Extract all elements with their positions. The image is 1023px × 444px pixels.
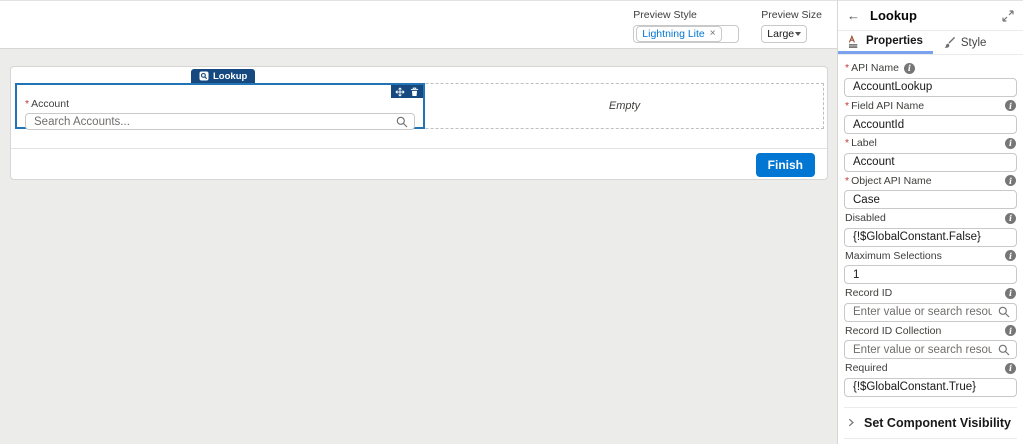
- field-label: Disabled: [845, 212, 886, 224]
- field-label: Record ID Collection: [845, 324, 942, 337]
- component-actions: [391, 85, 423, 98]
- info-icon[interactable]: [1005, 287, 1016, 299]
- field-label: Label: [851, 137, 877, 149]
- info-icon[interactable]: [1005, 362, 1016, 374]
- field-group-record-id-collection: Record ID Collection: [844, 324, 1017, 359]
- remove-pill-icon[interactable]: ×: [710, 29, 716, 39]
- screen-row: Account Empty: [15, 83, 824, 130]
- info-icon[interactable]: [1005, 100, 1016, 111]
- input-disabled[interactable]: [844, 227, 1017, 247]
- field-group-label: Label: [844, 137, 1017, 172]
- field-label: Field API Name: [851, 99, 925, 112]
- field-group-field-api-name: Field API Name: [844, 99, 1017, 134]
- empty-column[interactable]: Empty: [426, 84, 823, 128]
- screen-preview-card: Lookup Account: [10, 66, 828, 180]
- info-icon[interactable]: [1005, 137, 1016, 149]
- preview-style-pill: Lightning Lite ×: [636, 26, 722, 42]
- back-arrow-icon[interactable]: ←: [847, 9, 860, 22]
- properties-icon: [848, 34, 858, 48]
- finish-button[interactable]: Finish: [755, 152, 815, 177]
- search-icon[interactable]: [998, 306, 1010, 318]
- properties-panel: ← Lookup Properties Style API Name Field: [837, 0, 1023, 444]
- info-icon[interactable]: [903, 62, 915, 74]
- lookup-icon: [199, 71, 209, 81]
- field-group-object-api-name: Object API Name: [844, 174, 1017, 209]
- preview-style-pill-label: Lightning Lite: [642, 28, 705, 40]
- screen-canvas: Lookup Account: [0, 49, 837, 444]
- field-group-maximum-selections: Maximum Selections: [844, 249, 1017, 284]
- chevron-right-icon: [848, 418, 854, 427]
- panel-header: ← Lookup: [838, 1, 1023, 31]
- preview-size-label: Preview Size: [761, 9, 822, 21]
- move-icon[interactable]: [395, 86, 405, 97]
- preview-toolbar: Preview Style Lightning Lite × Preview S…: [0, 0, 837, 49]
- preview-size-group: Preview Size Large: [761, 9, 822, 48]
- panel-sections: Set Component Visibility Validate Input: [844, 406, 1017, 444]
- lookup-search-input[interactable]: [34, 115, 390, 128]
- field-label: Maximum Selections: [845, 249, 942, 262]
- screen-footer: Finish: [11, 148, 827, 180]
- preview-size-select[interactable]: Large: [761, 25, 808, 43]
- field-group-required: Required: [844, 362, 1017, 397]
- input-max-selections[interactable]: [844, 265, 1017, 284]
- input-required[interactable]: [844, 377, 1017, 397]
- tab-style[interactable]: Style: [933, 31, 997, 54]
- chevron-down-icon: [795, 32, 802, 36]
- lookup-search-box: [25, 113, 415, 130]
- search-icon: [396, 116, 408, 128]
- tab-style-label: Style: [960, 36, 987, 49]
- panel-body: API Name Field API Name Label Object API…: [838, 55, 1023, 444]
- section-label: Set Component Visibility: [864, 415, 1012, 430]
- lookup-component[interactable]: Account: [15, 83, 425, 130]
- field-label: Required: [845, 362, 888, 374]
- field-label: Object API Name: [851, 174, 932, 187]
- field-group-disabled: Disabled: [844, 212, 1017, 247]
- field-group-record-id: Record ID: [844, 287, 1017, 322]
- preview-style-group: Preview Style Lightning Lite ×: [633, 9, 740, 48]
- component-type-badge: Lookup: [191, 69, 256, 83]
- component-badge-label: Lookup: [213, 70, 248, 82]
- info-icon[interactable]: [1005, 175, 1016, 186]
- preview-size-value: Large: [767, 28, 795, 40]
- tab-properties[interactable]: Properties: [838, 31, 933, 54]
- input-field-api-name[interactable]: [844, 115, 1017, 134]
- search-icon[interactable]: [998, 344, 1010, 356]
- empty-label: Empty: [608, 100, 641, 112]
- section-set-component-visibility[interactable]: Set Component Visibility: [844, 406, 1017, 438]
- panel-tabs: Properties Style: [838, 31, 1023, 55]
- expand-icon[interactable]: [1002, 9, 1014, 22]
- panel-title: Lookup: [870, 8, 917, 23]
- input-api-name[interactable]: [844, 77, 1017, 97]
- section-validate-input[interactable]: Validate Input: [844, 437, 1017, 444]
- delete-icon[interactable]: [410, 87, 419, 97]
- input-label[interactable]: [844, 152, 1017, 172]
- info-icon[interactable]: [1005, 212, 1016, 224]
- field-label: API Name: [851, 62, 899, 74]
- preview-style-label: Preview Style: [633, 9, 697, 21]
- field-label-row: Account: [25, 98, 417, 110]
- input-record-id[interactable]: [844, 302, 1017, 322]
- input-record-id-collection[interactable]: [844, 340, 1017, 359]
- input-object-api-name[interactable]: [844, 190, 1017, 209]
- field-label: Account: [31, 98, 70, 110]
- screen-editor-app: Preview Style Lightning Lite × Preview S…: [0, 0, 1023, 444]
- info-icon[interactable]: [1005, 325, 1016, 336]
- field-group-api-name: API Name: [844, 62, 1017, 97]
- info-icon[interactable]: [1005, 250, 1016, 261]
- brush-icon: [944, 36, 955, 48]
- tab-properties-label: Properties: [866, 35, 923, 47]
- field-label: Record ID: [845, 287, 893, 299]
- preview-style-input[interactable]: Lightning Lite ×: [633, 25, 740, 43]
